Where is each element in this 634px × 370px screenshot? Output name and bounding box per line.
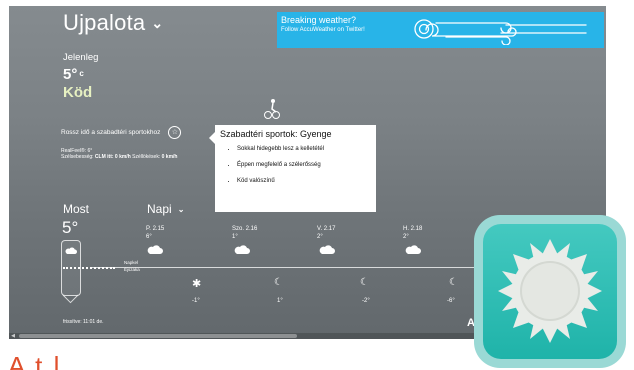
- current-details: RealFeel®: 6° Szélsebesség: CLM itt: 0 k…: [61, 148, 177, 160]
- cloud-icon: [147, 245, 163, 254]
- napkelte-label: Napkel: [124, 260, 139, 265]
- day-label: V. 2.17: [317, 226, 336, 232]
- current-temp-value: 5°: [63, 66, 78, 83]
- moon-icon: ☾: [360, 277, 369, 288]
- popup-item: Éppen megfelelő a szélerősség: [237, 161, 376, 169]
- snowflake-icon: ✱: [192, 278, 202, 290]
- app-icon-tile: [483, 224, 617, 359]
- scroll-left-icon[interactable]: ◀: [10, 333, 16, 339]
- city-name: Ujpalota: [63, 10, 146, 35]
- night-temp: -2°: [362, 298, 370, 304]
- night-temp: -1°: [192, 298, 200, 304]
- wind-value: CLM itt: 0 km/h: [94, 154, 131, 160]
- day-column[interactable]: Szo. 2.16 1°: [232, 225, 257, 241]
- current-label: Jelenleg: [63, 52, 99, 63]
- chevron-down-icon: ⌄: [151, 14, 164, 31]
- sport-rating-line[interactable]: Rossz idő a szabadtéri sportokhoz ☆: [61, 126, 182, 139]
- now-temp: 5°: [62, 218, 79, 237]
- sports-popup: Szabadtéri sportok: Gyenge Sokkal hidege…: [209, 125, 376, 212]
- day-temp: 6°: [146, 234, 152, 240]
- moon-icon: ☾: [274, 277, 283, 288]
- day-night-labels: Napkel Éjszaka: [124, 259, 140, 273]
- city-selector[interactable]: Ujpalota ⌄: [63, 10, 163, 36]
- night-temp: -6°: [447, 298, 455, 304]
- cloud-icon: [405, 245, 421, 254]
- cloud-icon: [234, 245, 250, 254]
- day-temp: 1°: [232, 234, 238, 240]
- day-temp: 2°: [317, 234, 323, 240]
- gust-value: 0 km/h: [161, 154, 178, 160]
- wind-label: Szélsebesség:: [61, 154, 94, 160]
- popup-item: Köd valószínű: [237, 177, 376, 185]
- current-condition: Köd: [63, 84, 93, 101]
- night-temp: 1°: [277, 298, 283, 304]
- day-column[interactable]: H. 2.18 2°: [403, 225, 422, 241]
- twitter-ad-banner[interactable]: Breaking weather? Follow AccuWeather on …: [277, 12, 604, 48]
- popup-item: Sokkal hidegebb lesz a kelletétél: [237, 145, 376, 153]
- day-temp: 2°: [403, 234, 409, 240]
- scrollbar-thumb[interactable]: [19, 334, 297, 338]
- ejszaka-label: Éjszaka: [124, 267, 140, 272]
- popup-title: Szabadtéri sportok: Gyenge: [220, 129, 332, 139]
- day-label: Szo. 2.16: [232, 226, 258, 232]
- current-temp: 5° c: [63, 66, 84, 83]
- chevron-down-icon: ⌄: [177, 204, 185, 214]
- star-icon[interactable]: ☆: [168, 126, 182, 139]
- popup-list: Sokkal hidegebb lesz a kelletétél Éppen …: [215, 145, 376, 185]
- cloud-icon: [65, 247, 77, 254]
- moon-icon: ☾: [449, 277, 458, 288]
- day-column[interactable]: P. 2.15 6°: [146, 225, 164, 241]
- cloud-icon: [319, 245, 335, 254]
- day-label: H. 2.18: [403, 226, 423, 232]
- forecast-mode-selector[interactable]: Napi ⌄: [147, 202, 184, 216]
- gust-label: Széllökések:: [132, 154, 161, 160]
- day-label: P. 2.15: [146, 226, 165, 232]
- now-label: Most: [63, 202, 90, 216]
- temp-unit: c: [79, 69, 84, 78]
- updated-time: frissítve: 11:01 de.: [63, 319, 104, 325]
- day-column[interactable]: V. 2.17 2°: [317, 225, 335, 241]
- forecast-mode-label: Napi: [147, 202, 172, 216]
- sport-rating-text: Rossz idő a szabadtéri sportokhoz: [61, 129, 161, 136]
- accuweather-app-icon: [474, 215, 626, 368]
- cropped-heading-text: A t l: [8, 353, 62, 370]
- wind-swirl-icon: [414, 19, 587, 45]
- cyclist-icon: [264, 98, 280, 125]
- sun-icon: [498, 239, 602, 343]
